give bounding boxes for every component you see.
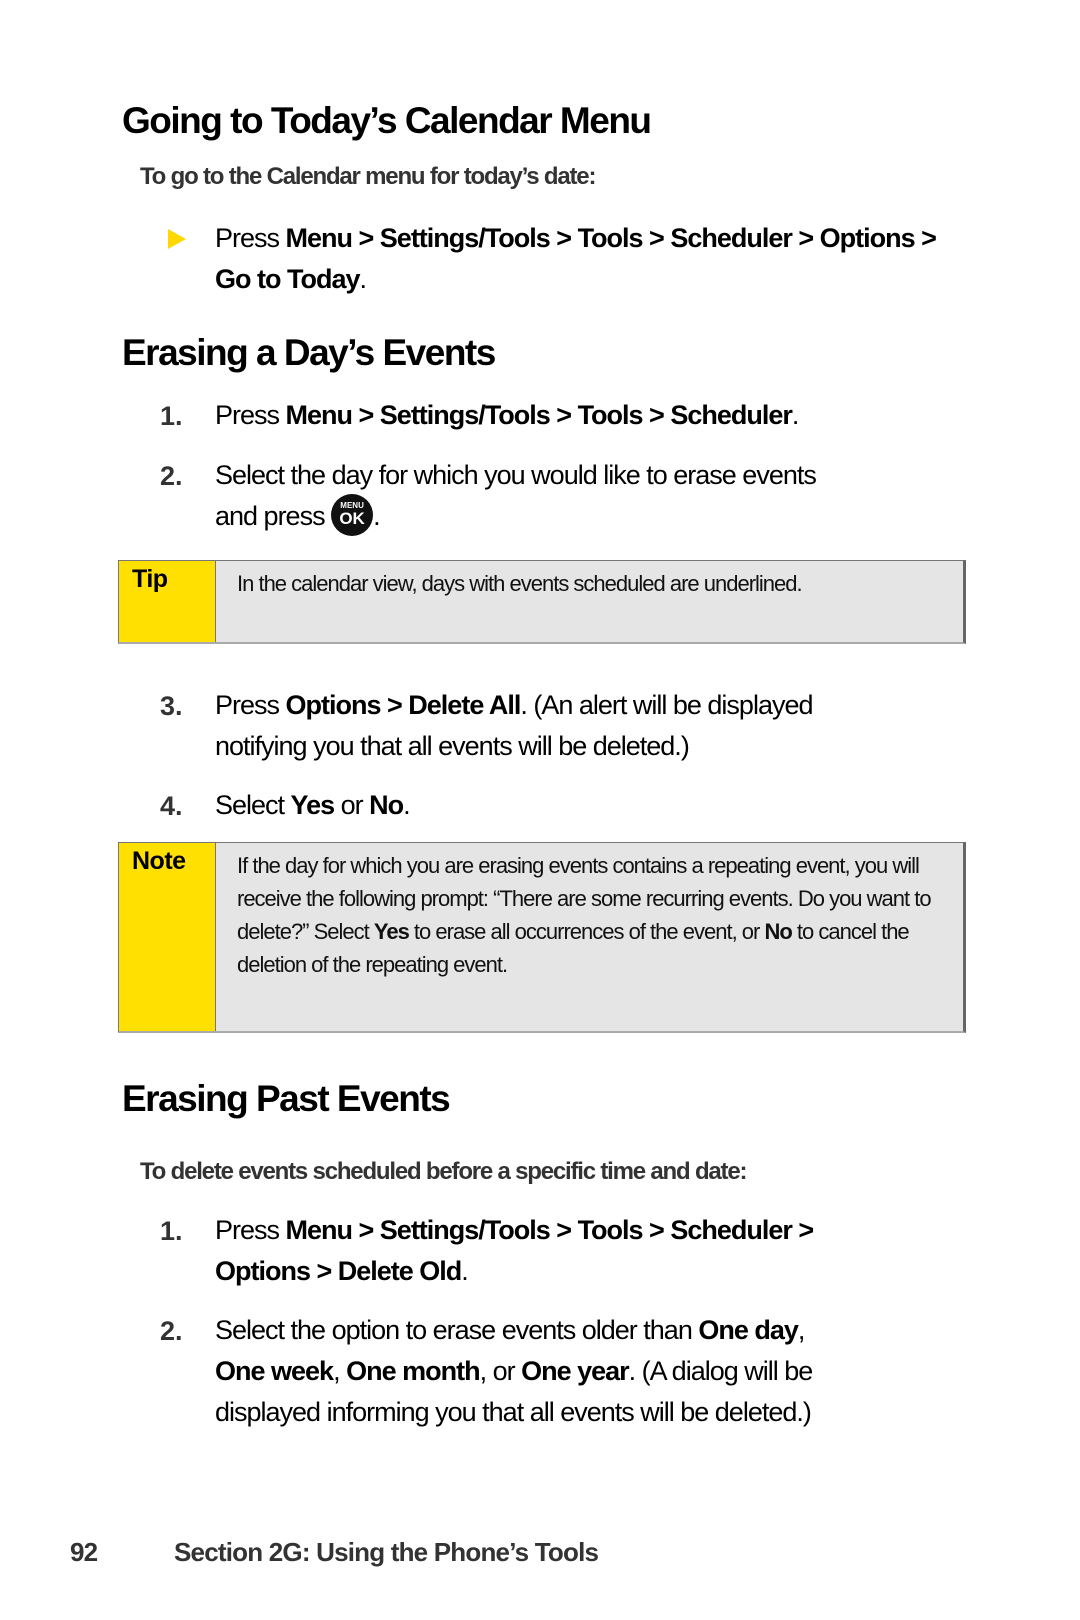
step-2-text: Select the option to erase events older … (215, 1315, 813, 1427)
menu-ok-key-icon: MENU OK (331, 493, 374, 536)
step-1-text: Press Menu > Settings/Tools > Tools > Sc… (215, 1215, 814, 1286)
tip-callout: Tip In the calendar view, days with even… (118, 560, 966, 644)
step-number: 4. (160, 791, 183, 821)
step-number: 1. (160, 1216, 183, 1246)
step-number: 3. (160, 691, 183, 721)
note-text: If the day for which you are erasing eve… (237, 853, 932, 977)
heading-going-to-today: Going to Today’s Calendar Menu (122, 100, 652, 141)
heading-erasing-days-events: Erasing a Day’s Events (122, 332, 496, 373)
step-1-text: Press Menu > Settings/Tools > Tools > Sc… (215, 400, 799, 430)
note-label-block: Note (119, 843, 216, 1031)
note-label: Note (132, 847, 186, 875)
step-number: 1. (160, 401, 183, 431)
step-4-text: Select Yes or No. (215, 790, 411, 820)
tip-text: In the calendar view, days with events s… (237, 571, 803, 596)
step-number: 2. (160, 461, 183, 491)
page-number: 92 (70, 1537, 98, 1567)
step-go-to-today: Press Menu > Settings/Tools > Tools > Sc… (215, 223, 937, 294)
footer-section-title: Section 2G: Using the Phone’s Tools (174, 1537, 599, 1567)
intro-calendar-today: To go to the Calendar menu for today’s d… (140, 163, 596, 190)
note-callout: Note If the day for which you are erasin… (118, 842, 966, 1033)
step-2-text: Select the day for which you would like … (215, 455, 975, 539)
tip-label: Tip (132, 565, 168, 593)
step-3-text: Press Options > Delete All. (An alert wi… (215, 690, 814, 761)
intro-delete-old: To delete events scheduled before a spec… (140, 1158, 747, 1185)
step-number: 2. (160, 1316, 183, 1346)
heading-erasing-past-events: Erasing Past Events (122, 1078, 451, 1119)
bullet-arrow-icon (168, 229, 186, 249)
tip-label-block: Tip (119, 561, 216, 642)
